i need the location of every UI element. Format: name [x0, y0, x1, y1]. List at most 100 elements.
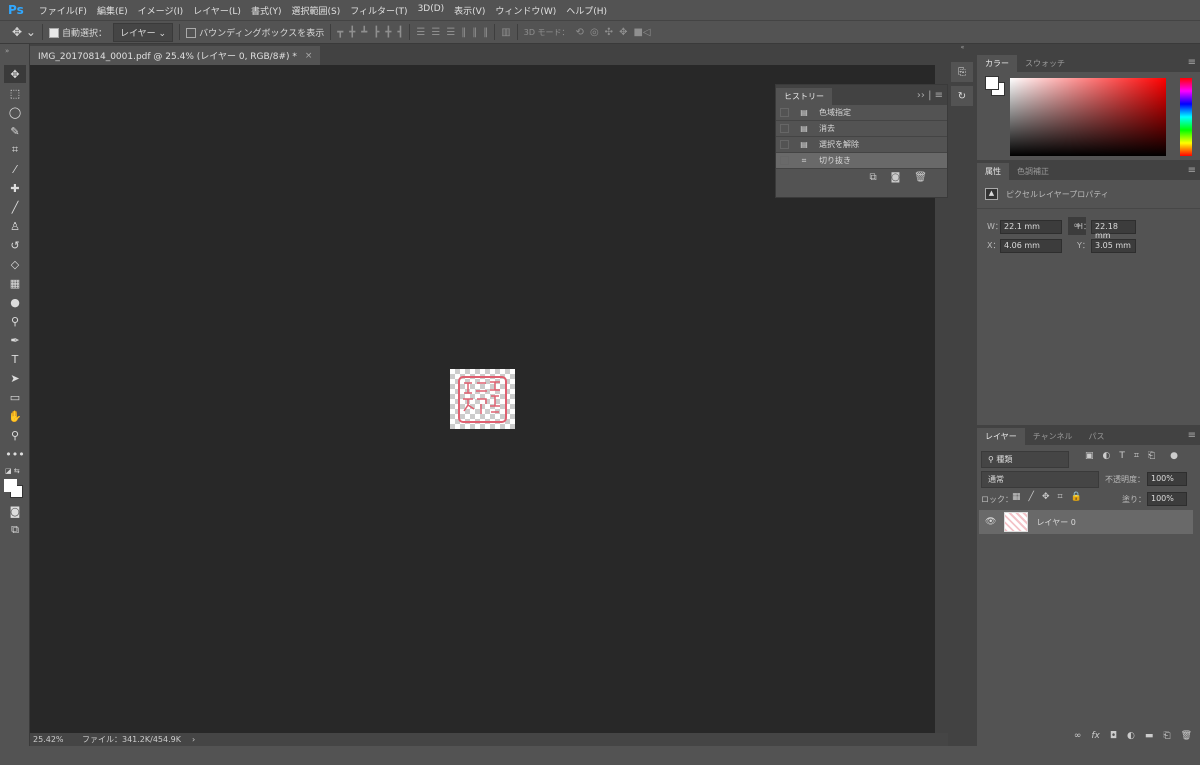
tab-swatches[interactable]: スウォッチ: [1017, 55, 1073, 72]
3d-camera-icon[interactable]: ■◁: [633, 27, 650, 38]
move-tool-icon[interactable]: ✥: [4, 65, 26, 83]
blur-tool-icon[interactable]: ●: [4, 293, 26, 311]
filter-smart-object-icon[interactable]: ⎗: [1148, 451, 1155, 461]
lasso-tool-icon[interactable]: ◯: [4, 103, 26, 121]
default-colors-icon[interactable]: ◪ ⇆: [5, 467, 20, 475]
lock-all-icon[interactable]: 🔒: [1071, 492, 1082, 502]
new-group-icon[interactable]: ▬: [1145, 731, 1154, 741]
status-menu-arrow[interactable]: ›: [192, 735, 195, 744]
marquee-tool-icon[interactable]: ⬚: [4, 84, 26, 102]
dodge-tool-icon[interactable]: ⚲: [4, 312, 26, 330]
menu-item[interactable]: 編集(E): [92, 4, 133, 17]
snapshot-source-checkbox[interactable]: [780, 124, 789, 133]
history-dock-icon[interactable]: ⎘: [951, 62, 973, 82]
distribute-hcenter-icon[interactable]: ‖: [472, 27, 477, 38]
adjustment-layer-icon[interactable]: ◐: [1127, 731, 1135, 741]
history-item[interactable]: ▤ 消去: [776, 121, 947, 137]
x-field[interactable]: 4.06 mm: [1000, 239, 1062, 253]
3d-orbit-icon[interactable]: ⟲: [576, 27, 584, 38]
align-left-icon[interactable]: ┣: [373, 27, 379, 38]
lock-pixels-icon[interactable]: ╱: [1029, 492, 1034, 502]
history-item[interactable]: ▤ 選択を解除: [776, 137, 947, 153]
panel-menu-icon[interactable]: ›› | ≡: [917, 90, 943, 101]
filter-pixel-icon[interactable]: ▣: [1085, 451, 1094, 461]
close-tab-icon[interactable]: ×: [305, 51, 313, 61]
menu-item[interactable]: イメージ(I): [133, 4, 189, 17]
history-item[interactable]: ⌗ 切り抜き: [776, 153, 947, 169]
align-vcenter-icon[interactable]: ╋: [349, 27, 355, 38]
distribute-vcenter-icon[interactable]: ☰: [431, 27, 440, 38]
distribute-top-icon[interactable]: ☰: [416, 27, 425, 38]
auto-select-target-dropdown[interactable]: レイヤー ⌄: [112, 22, 174, 42]
lock-transparent-icon[interactable]: ▦: [1012, 492, 1021, 502]
snapshot-source-checkbox[interactable]: [780, 108, 789, 117]
new-document-from-state-icon[interactable]: ⧉: [869, 172, 876, 183]
quick-select-tool-icon[interactable]: ✎: [4, 122, 26, 140]
crop-tool-icon[interactable]: ⌗: [4, 141, 26, 159]
history-item[interactable]: ▤ 色域指定: [776, 105, 947, 121]
document-tab[interactable]: IMG_20170814_0001.pdf @ 25.4% (レイヤー 0, R…: [30, 46, 321, 65]
lock-position-icon[interactable]: ✥: [1042, 492, 1050, 502]
width-field[interactable]: 22.1 mm: [1000, 220, 1062, 234]
menu-item[interactable]: ウィンドウ(W): [490, 4, 561, 17]
color-field[interactable]: [1010, 78, 1166, 156]
collapse-icon[interactable]: «: [948, 44, 977, 58]
type-tool-icon[interactable]: T: [4, 350, 26, 368]
lock-artboard-icon[interactable]: ⌗: [1057, 492, 1062, 502]
tab-layers[interactable]: レイヤー: [977, 428, 1025, 445]
height-field[interactable]: 22.18 mm: [1091, 220, 1136, 240]
trash-icon[interactable]: 🗑: [914, 172, 927, 183]
y-field[interactable]: 3.05 mm: [1091, 239, 1136, 253]
distribute-bottom-icon[interactable]: ☰: [446, 27, 455, 38]
align-bottom-icon[interactable]: ┻: [361, 27, 367, 38]
move-tool-preset-icon[interactable]: ✥ ⌄: [12, 25, 36, 39]
menu-item[interactable]: 選択範囲(S): [286, 4, 345, 17]
rectangle-tool-icon[interactable]: ▭: [4, 388, 26, 406]
fx-icon[interactable]: fx: [1091, 731, 1100, 741]
filter-type-icon[interactable]: T: [1119, 451, 1125, 461]
snapshot-source-checkbox[interactable]: [780, 156, 789, 165]
link-layers-icon[interactable]: ∞: [1074, 731, 1082, 741]
collapse-icon[interactable]: »: [0, 44, 29, 64]
hand-tool-icon[interactable]: ✋: [4, 407, 26, 425]
delete-layer-icon[interactable]: 🗑: [1181, 731, 1192, 741]
new-layer-icon[interactable]: ⎗: [1163, 731, 1170, 741]
gradient-tool-icon[interactable]: ▦: [4, 274, 26, 292]
filter-shape-icon[interactable]: ⌗: [1134, 451, 1139, 461]
zoom-level[interactable]: 25.42%: [30, 735, 64, 744]
screen-mode-icon[interactable]: ⧉: [4, 521, 26, 539]
3d-pan-icon[interactable]: ✣: [605, 27, 613, 38]
healing-brush-tool-icon[interactable]: ✚: [4, 179, 26, 197]
3d-slide-icon[interactable]: ✥: [619, 27, 627, 38]
auto-select-checkbox[interactable]: 自動選択：: [48, 26, 107, 39]
clone-stamp-tool-icon[interactable]: ♙: [4, 217, 26, 235]
align-right-icon[interactable]: ┫: [397, 27, 403, 38]
pen-tool-icon[interactable]: ✒: [4, 331, 26, 349]
fill-field[interactable]: 100%: [1147, 492, 1187, 506]
3d-roll-icon[interactable]: ◎: [590, 27, 599, 38]
brush-tool-icon[interactable]: ╱: [4, 198, 26, 216]
tab-paths[interactable]: パス: [1081, 428, 1113, 445]
menu-item[interactable]: フィルター(T): [345, 4, 412, 17]
blend-mode-dropdown[interactable]: 通常: [981, 471, 1099, 488]
auto-align-icon[interactable]: ▥: [501, 27, 510, 38]
distribute-left-icon[interactable]: ‖: [461, 27, 466, 38]
tab-history[interactable]: ヒストリー: [776, 88, 832, 105]
path-select-tool-icon[interactable]: ➤: [4, 369, 26, 387]
menu-item[interactable]: レイヤー(L): [188, 4, 246, 17]
color-swatches[interactable]: ◪ ⇆: [0, 467, 29, 501]
foreground-color[interactable]: [4, 479, 17, 492]
snapshot-camera-icon[interactable]: ◙: [891, 172, 901, 183]
document-image[interactable]: [450, 369, 515, 429]
menu-item[interactable]: 3D(D): [413, 4, 450, 17]
tab-color[interactable]: カラー: [977, 55, 1017, 72]
visibility-eye-icon[interactable]: 👁: [985, 517, 996, 527]
filter-toggle-icon[interactable]: ●: [1170, 451, 1178, 461]
panel-menu-icon[interactable]: ≡: [1188, 57, 1196, 68]
panel-menu-icon[interactable]: ≡: [1188, 430, 1196, 441]
eraser-tool-icon[interactable]: ◇: [4, 255, 26, 273]
eyedropper-tool-icon[interactable]: ⁄: [4, 160, 26, 178]
snapshot-source-checkbox[interactable]: [780, 140, 789, 149]
foreground-color-swatch[interactable]: [985, 76, 999, 90]
hue-slider[interactable]: [1180, 78, 1192, 156]
